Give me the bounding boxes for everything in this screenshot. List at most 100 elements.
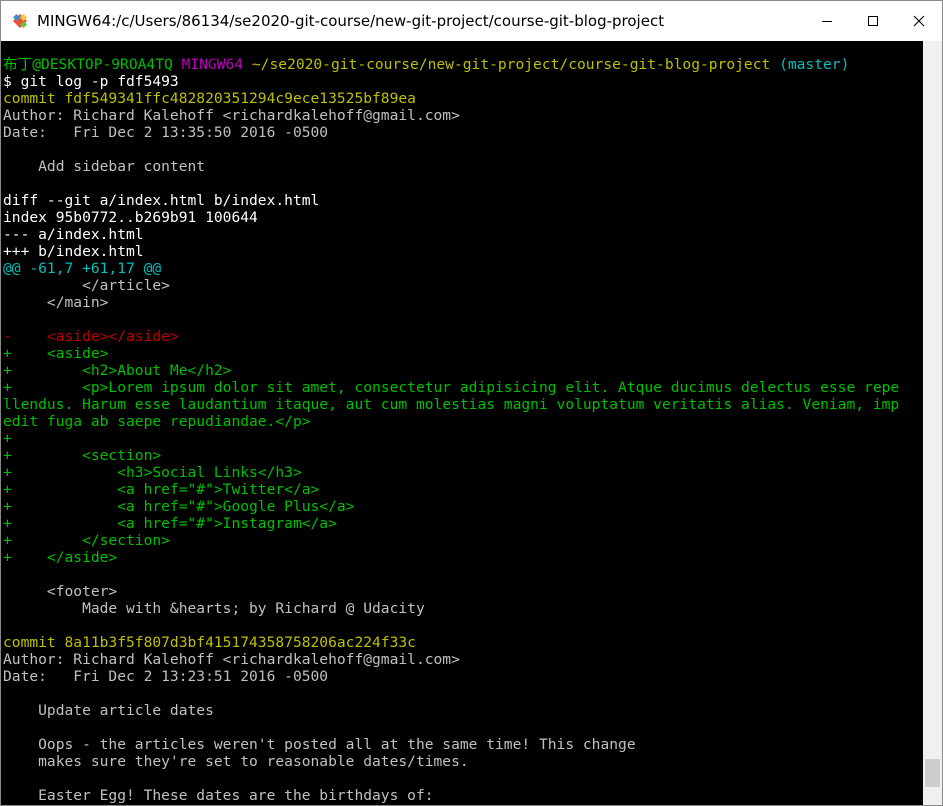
- terminal-output[interactable]: 布丁@DESKTOP-9ROA4TQ MINGW64 ~/se2020-git-…: [1, 41, 923, 805]
- terminal-text: + </section>: [3, 532, 170, 549]
- terminal-text: index 95b0772..b269b91 100644: [3, 209, 258, 226]
- vertical-scrollbar[interactable]: [923, 41, 942, 805]
- window-controls: [804, 1, 942, 41]
- terminal-text: @@ -61,7 +61,17 @@: [3, 260, 162, 277]
- terminal-line: Author: Richard Kalehoff <richardkalehof…: [1, 107, 923, 124]
- terminal-line: commit 8a11b3f5f807d3bf415174358758206ac…: [1, 634, 923, 651]
- terminal-text: - <aside></aside>: [3, 328, 179, 345]
- terminal-line: Author: Richard Kalehoff <richardkalehof…: [1, 651, 923, 668]
- terminal-line: Date: Fri Dec 2 13:35:50 2016 -0500: [1, 124, 923, 141]
- terminal-line: + <h3>Social Links</h3>: [1, 464, 923, 481]
- terminal-text: Made with &hearts; by Richard @ Udacity: [3, 600, 425, 617]
- terminal-text: + <section>: [3, 447, 162, 464]
- title-bar[interactable]: MINGW64:/c/Users/86134/se2020-git-course…: [1, 1, 942, 41]
- terminal-window: MINGW64:/c/Users/86134/se2020-git-course…: [0, 0, 943, 806]
- terminal-line: Date: Fri Dec 2 13:23:51 2016 -0500: [1, 668, 923, 685]
- scrollbar-thumb[interactable]: [925, 759, 940, 787]
- terminal-line: 布丁@DESKTOP-9ROA4TQ MINGW64 ~/se2020-git-…: [1, 56, 923, 73]
- terminal-line: + <section>: [1, 447, 923, 464]
- terminal-text: <footer>: [3, 583, 118, 600]
- terminal-line: + <h2>About Me</h2>: [1, 362, 923, 379]
- terminal-text: Author: Richard Kalehoff <richardkalehof…: [3, 107, 460, 124]
- terminal-line: Made with &hearts; by Richard @ Udacity: [1, 600, 923, 617]
- terminal-text: edit fuga ab saepe repudiandae.</p>: [3, 413, 311, 430]
- terminal-line: commit fdf549341ffc482820351294c9ece1352…: [1, 90, 923, 107]
- terminal-line: Update article dates: [1, 702, 923, 719]
- terminal-text: --- a/index.html: [3, 226, 144, 243]
- terminal-line: + </section>: [1, 532, 923, 549]
- terminal-text: Date: Fri Dec 2 13:35:50 2016 -0500: [3, 124, 329, 141]
- terminal-line: + <a href="#">Google Plus</a>: [1, 498, 923, 515]
- close-icon: [913, 15, 925, 27]
- minimize-button[interactable]: [804, 1, 850, 41]
- terminal-text: ~/se2020-git-course/new-git-project/cour…: [251, 56, 771, 73]
- terminal-text: Easter Egg! These dates are the birthday…: [3, 787, 434, 804]
- terminal-text: MINGW64: [181, 56, 244, 73]
- terminal-line: + <p>Lorem ipsum dolor sit amet, consect…: [1, 379, 923, 396]
- terminal-text: (master): [779, 56, 850, 73]
- terminal-line: +: [1, 430, 923, 447]
- terminal-text: 布丁@DESKTOP-9ROA4TQ: [3, 56, 173, 73]
- terminal-text: + <a href="#">Google Plus</a>: [3, 498, 355, 515]
- terminal-line: index 95b0772..b269b91 100644: [1, 209, 923, 226]
- terminal-text: Update article dates: [3, 702, 214, 719]
- terminal-line: + <a href="#">Twitter</a>: [1, 481, 923, 498]
- window-title: MINGW64:/c/Users/86134/se2020-git-course…: [37, 12, 665, 30]
- terminal-line: - <aside></aside>: [1, 328, 923, 345]
- terminal-text: + <h2>About Me</h2>: [3, 362, 232, 379]
- terminal-text: Date: Fri Dec 2 13:23:51 2016 -0500: [3, 668, 329, 685]
- terminal-line: +++ b/index.html: [1, 243, 923, 260]
- terminal-text: llendus. Harum esse laudantium itaque, a…: [3, 396, 900, 413]
- terminal-text: $ git log -p fdf5493: [3, 73, 179, 90]
- maximize-button[interactable]: [850, 1, 896, 41]
- terminal-line: @@ -61,7 +61,17 @@: [1, 260, 923, 277]
- maximize-icon: [868, 16, 878, 26]
- close-button[interactable]: [896, 1, 942, 41]
- terminal-text: Author: Richard Kalehoff <richardkalehof…: [3, 651, 460, 668]
- terminal-text: </article>: [3, 277, 170, 294]
- terminal-text: diff --git a/index.html b/index.html: [3, 192, 320, 209]
- terminal-line: + </aside>: [1, 549, 923, 566]
- terminal-text: commit fdf549341ffc482820351294c9ece1352…: [3, 90, 416, 107]
- terminal-line: + <a href="#">Instagram</a>: [1, 515, 923, 532]
- terminal-text: Oops - the articles weren't posted all a…: [3, 736, 636, 753]
- terminal-line: Oops - the articles weren't posted all a…: [1, 736, 923, 753]
- terminal-text: + </aside>: [3, 549, 118, 566]
- terminal-line: diff --git a/index.html b/index.html: [1, 192, 923, 209]
- terminal-line: Add sidebar content: [1, 158, 923, 175]
- minimize-icon: [822, 21, 832, 22]
- terminal-text: makes sure they're set to reasonable dat…: [3, 753, 469, 770]
- terminal-line: + <aside>: [1, 345, 923, 362]
- terminal-line: edit fuga ab saepe repudiandae.</p>: [1, 413, 923, 430]
- terminal-line: makes sure they're set to reasonable dat…: [1, 753, 923, 770]
- terminal-line: $ git log -p fdf5493: [1, 73, 923, 90]
- terminal-text: + <aside>: [3, 345, 109, 362]
- terminal-text: +: [3, 430, 12, 447]
- terminal-text: + <p>Lorem ipsum dolor sit amet, consect…: [3, 379, 900, 396]
- terminal-text: + <a href="#">Twitter</a>: [3, 481, 320, 498]
- terminal-line: <footer>: [1, 583, 923, 600]
- git-bash-icon: [12, 13, 28, 29]
- terminal-text: + <a href="#">Instagram</a>: [3, 515, 337, 532]
- terminal-line: llendus. Harum esse laudantium itaque, a…: [1, 396, 923, 413]
- terminal-line: --- a/index.html: [1, 226, 923, 243]
- terminal-line: Easter Egg! These dates are the birthday…: [1, 787, 923, 804]
- terminal-text: </main>: [3, 294, 109, 311]
- terminal-text: commit 8a11b3f5f807d3bf415174358758206ac…: [3, 634, 416, 651]
- terminal-text: +++ b/index.html: [3, 243, 144, 260]
- terminal-text: + <h3>Social Links</h3>: [3, 464, 302, 481]
- terminal-line: </article>: [1, 277, 923, 294]
- terminal-text: Add sidebar content: [3, 158, 206, 175]
- terminal-line: </main>: [1, 294, 923, 311]
